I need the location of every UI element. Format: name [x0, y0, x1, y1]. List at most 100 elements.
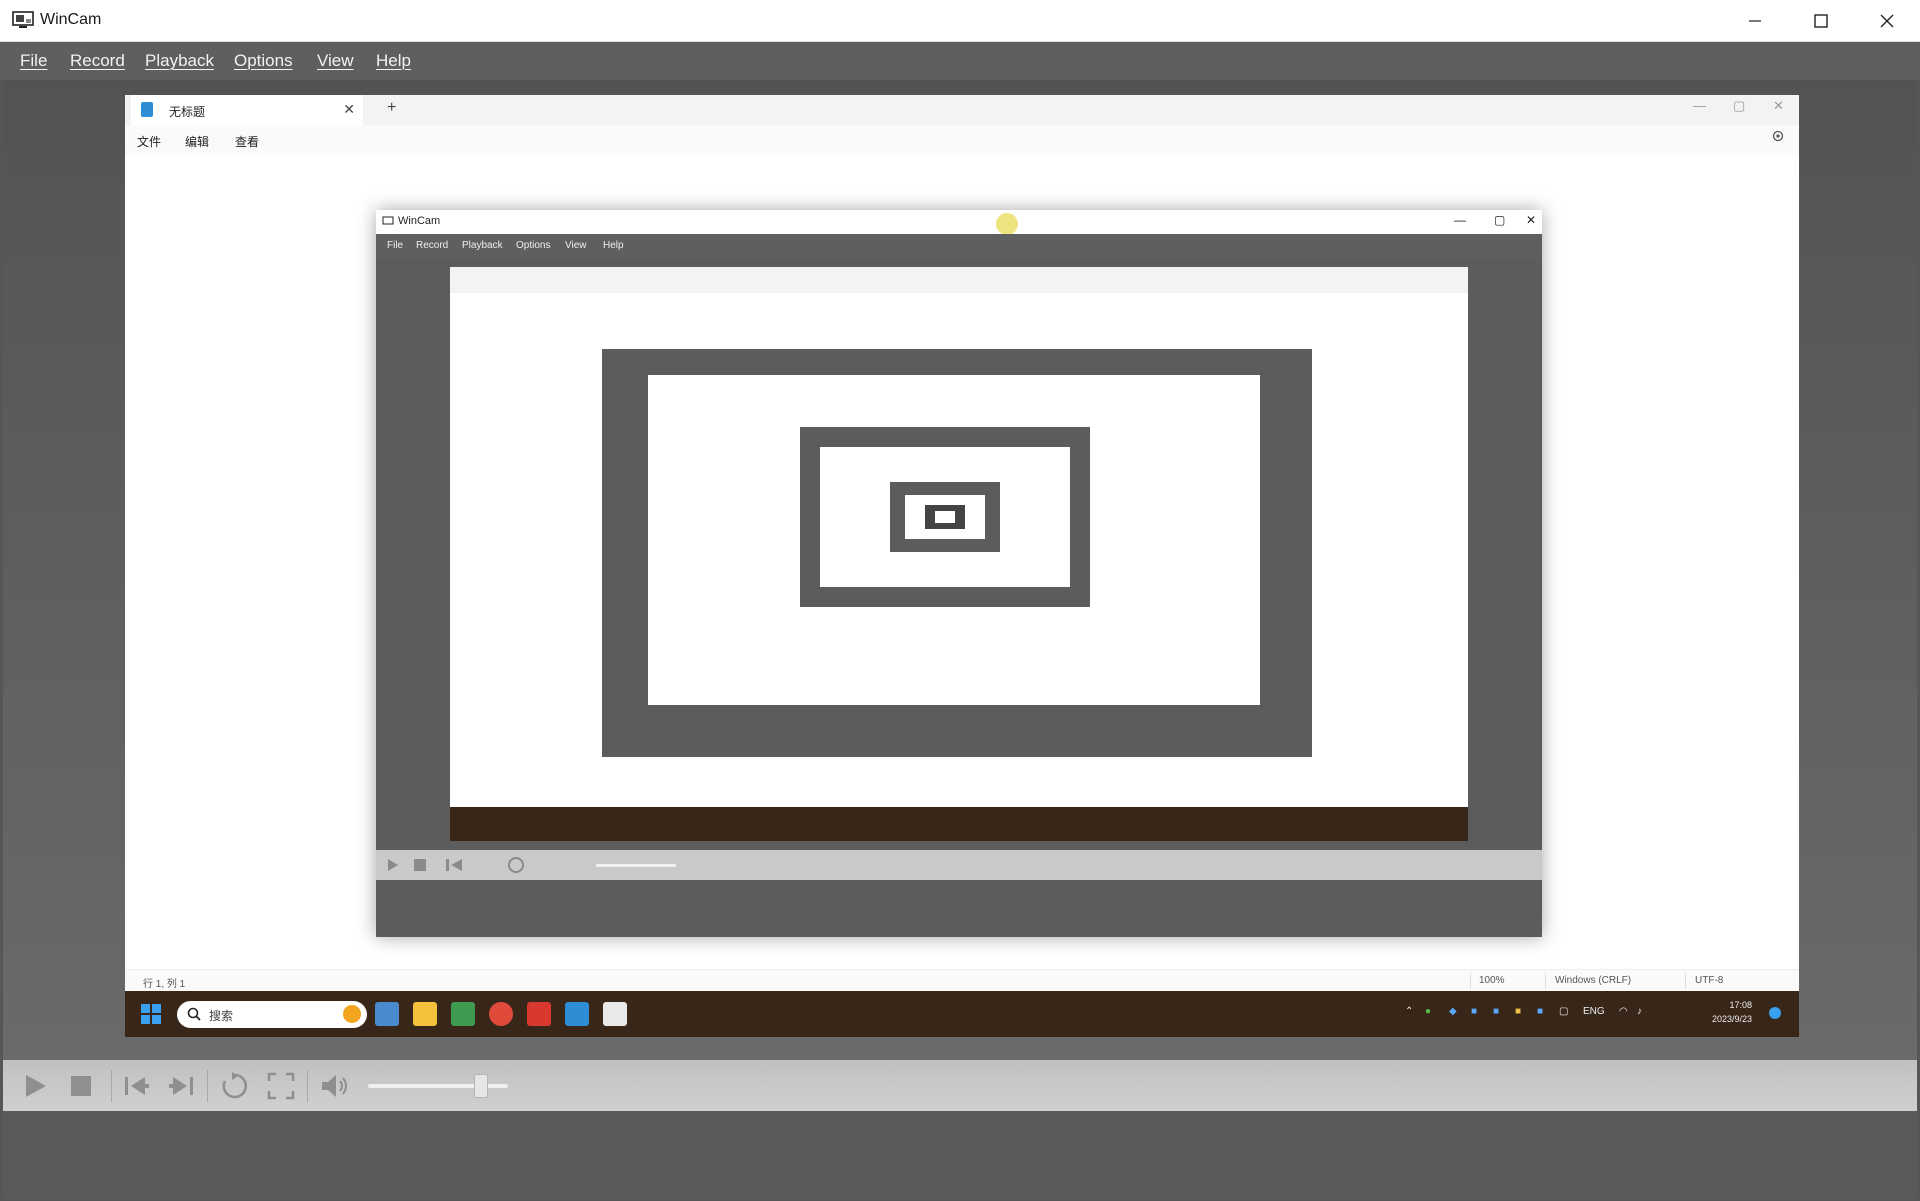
app-tray-icon: ■ — [1515, 1006, 1522, 1017]
wifi-icon: ◠ — [1619, 1006, 1628, 1017]
wincam-window: WinCam File Record Playback Options View… — [0, 0, 1920, 1201]
tray-date: 2023/9/23 — [1712, 1014, 1753, 1024]
nested-wincam-capture: WinCam — ▢ ✕ File Record Playback Option… — [376, 210, 1542, 937]
taskbar-search-box: 搜索 — [177, 1001, 367, 1028]
mute-button[interactable] — [313, 1060, 357, 1111]
loop-icon — [222, 1071, 248, 1098]
wechat-tray-icon: ● — [1425, 1006, 1432, 1017]
app-icon — [451, 1002, 475, 1026]
skip-forward-button[interactable] — [161, 1060, 201, 1111]
notepad-tab: 无标题 ✕ — [131, 95, 363, 125]
photos-app-icon — [375, 1002, 399, 1026]
captured-screen: 无标题 ✕ + — ▢ ✕ 文件 编辑 查看 WinCam — ▢ ✕ File… — [125, 95, 1799, 1037]
search-highlight-icon — [343, 1005, 361, 1023]
status-divider — [1470, 973, 1471, 989]
app-tray-icon: ■ — [1493, 1006, 1500, 1017]
tray-clock: 17:08 2023/9/23 — [1712, 998, 1752, 1026]
nested-title-bar: WinCam — ▢ ✕ — [376, 210, 1542, 235]
notepad-tab-title: 无标题 — [169, 105, 206, 119]
tray-language: ENG — [1583, 1006, 1605, 1017]
nested-app-icon — [382, 216, 394, 225]
notepad-maximize-icon: ▢ — [1733, 98, 1746, 113]
menu-record[interactable]: Record — [70, 51, 125, 71]
chrome-icon — [489, 1002, 513, 1026]
speaker-icon: ♪ — [1637, 1006, 1642, 1017]
nested-close-icon: ✕ — [1526, 213, 1537, 227]
captured-taskbar: 搜索 ⌃ ● ◆ ■ ■ ■ ■ ▢ ENG ◠ ♪ 17:08 2023/9/… — [125, 991, 1799, 1037]
bottom-status-area — [3, 1111, 1917, 1199]
nested-menu-playback: Playback — [462, 240, 503, 251]
status-position: 行 1, 列 1 — [143, 979, 186, 990]
wincam-taskbar-icon — [603, 1002, 627, 1026]
nested-menu-view: View — [565, 240, 587, 251]
notepad-menu-view: 查看 — [235, 135, 260, 149]
menu-playback[interactable]: Playback — [145, 51, 214, 71]
menu-view[interactable]: View — [317, 51, 354, 71]
nested-minimize-icon: — — [1454, 213, 1466, 227]
minimize-icon — [1749, 19, 1761, 22]
nested-menu-record: Record — [416, 240, 449, 251]
loop-button[interactable] — [213, 1060, 257, 1111]
nested-menu-file: File — [387, 240, 404, 251]
menu-options[interactable]: Options — [234, 51, 293, 71]
status-zoom: 100% — [1479, 975, 1505, 986]
bluetooth-tray-icon: ◆ — [1449, 1006, 1457, 1017]
nested-menu-help: Help — [603, 240, 624, 251]
notepad-close-icon: ✕ — [1773, 98, 1784, 113]
fullscreen-button[interactable] — [259, 1060, 303, 1111]
notepad-menu-bar: 文件 编辑 查看 — [125, 125, 1799, 155]
wincam-app-icon — [12, 11, 34, 28]
notepad-icon — [141, 102, 153, 117]
tray-time: 17:08 — [1729, 1000, 1753, 1010]
app-tray-icon: ▢ — [1559, 1006, 1569, 1017]
menu-help[interactable]: Help — [376, 51, 411, 71]
volume-slider-thumb[interactable] — [474, 1074, 488, 1098]
wps-icon — [527, 1002, 551, 1026]
minimize-button[interactable] — [1722, 0, 1788, 41]
notepad-menu-edit: 编辑 — [185, 135, 210, 149]
playback-control-bar — [3, 1060, 1917, 1111]
window-title: WinCam — [40, 11, 102, 28]
search-icon — [187, 1007, 201, 1021]
maximize-button[interactable] — [1788, 0, 1854, 41]
nested-menu-bar: File Record Playback Options View Help — [376, 234, 1542, 258]
cursor-highlight — [996, 213, 1018, 235]
skip-back-button[interactable] — [117, 1060, 157, 1111]
file-explorer-icon — [413, 1002, 437, 1026]
stop-icon — [71, 1075, 91, 1096]
close-icon — [1880, 14, 1894, 27]
control-divider — [307, 1070, 308, 1102]
stop-button[interactable] — [61, 1060, 101, 1111]
control-divider — [111, 1070, 112, 1102]
security-tray-icon: ■ — [1471, 1006, 1478, 1017]
status-line-ending: Windows (CRLF) — [1555, 975, 1632, 986]
nested-title: WinCam — [398, 215, 441, 227]
nested-menu-options: Options — [516, 240, 551, 251]
app-tray-icon: ■ — [1537, 1006, 1544, 1017]
notepad-minimize-icon: — — [1693, 98, 1706, 113]
notepad-menu-file: 文件 — [137, 135, 162, 149]
notepad-taskbar-icon — [565, 1002, 589, 1026]
notification-icon — [1769, 1007, 1781, 1019]
control-divider — [207, 1070, 208, 1102]
play-icon — [26, 1074, 46, 1097]
status-encoding: UTF-8 — [1695, 975, 1724, 986]
title-bar: WinCam — [0, 0, 1920, 42]
menu-bar: File Record Playback Options View Help — [0, 42, 1920, 80]
play-button[interactable] — [15, 1060, 55, 1111]
windows-start-icon — [141, 1004, 161, 1024]
maximize-icon — [1814, 13, 1828, 28]
notepad-tab-strip: 无标题 ✕ + — ▢ ✕ — [125, 95, 1799, 125]
volume-icon — [322, 1074, 347, 1097]
menu-file[interactable]: File — [20, 51, 47, 71]
nested-control-icons — [388, 857, 676, 873]
fullscreen-icon — [267, 1072, 295, 1099]
taskbar-search-text: 搜索 — [209, 1009, 234, 1023]
notepad-status-bar: 行 1, 列 1 100% Windows (CRLF) UTF-8 — [125, 969, 1799, 992]
status-divider — [1545, 973, 1546, 989]
close-button[interactable] — [1854, 0, 1920, 41]
nested-maximize-icon: ▢ — [1494, 213, 1506, 227]
tray-chevron-icon: ⌃ — [1405, 1006, 1414, 1017]
nested-control-bar — [376, 850, 1542, 880]
new-tab-icon: + — [387, 99, 397, 116]
